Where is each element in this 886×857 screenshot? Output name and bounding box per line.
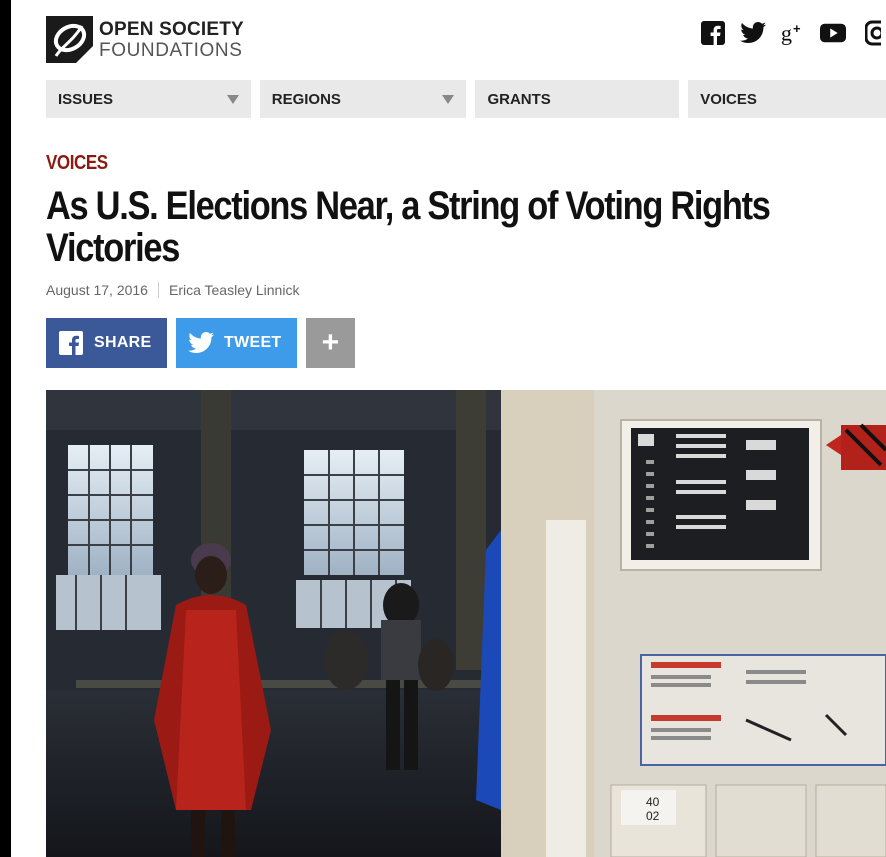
logo-line-1: OPEN SOCIETY [99, 18, 244, 40]
nav-item-issues[interactable]: ISSUES [46, 80, 251, 118]
nav-item-regions[interactable]: REGIONS [259, 80, 467, 118]
facebook-icon[interactable] [700, 20, 726, 46]
nav-item-label: ISSUES [58, 90, 114, 108]
facebook-share-button[interactable]: SHARE [46, 318, 167, 368]
logo-wordmark: OPEN SOCIETY FOUNDATIONS [99, 20, 244, 60]
nav-item-grants[interactable]: GRANTS [475, 80, 680, 118]
instruction-label [640, 654, 886, 766]
machine-label-1: 40 [646, 795, 660, 809]
tweet-label: TWEET [224, 334, 282, 351]
caret-down-icon [442, 94, 455, 104]
nav-item-label: VOICES [700, 90, 757, 108]
share-label: SHARE [94, 334, 152, 351]
polling-station-photo: 40 02 [46, 390, 886, 857]
machine-label-2: 02 [646, 809, 660, 823]
social-links: g + [700, 20, 886, 46]
nav-item-label: REGIONS [271, 90, 341, 108]
twitter-share-button[interactable]: TWEET [176, 318, 297, 368]
svg-text:+: + [793, 21, 801, 36]
window-left [56, 445, 161, 630]
facebook-icon [58, 330, 84, 356]
article-author[interactable]: Erica Teasley Linnick [169, 282, 299, 298]
nav-item-label: GRANTS [487, 90, 551, 108]
article-meta: August 17, 2016 Erica Teasley Linnick [46, 282, 299, 298]
caret-down-icon [226, 94, 239, 104]
article-hero-image: 40 02 [46, 390, 886, 857]
meta-divider [157, 282, 159, 298]
site-logo[interactable]: OPEN SOCIETY FOUNDATIONS [46, 16, 244, 63]
twitter-icon [188, 330, 214, 356]
logo-line-2: FOUNDATIONS [99, 39, 243, 61]
article-date: August 17, 2016 [46, 282, 148, 298]
left-edge-bar [0, 0, 11, 857]
article-title: As U.S. Elections Near, a String of Voti… [46, 184, 771, 270]
plus-icon: + [321, 326, 340, 359]
more-share-button[interactable]: + [306, 318, 355, 368]
nav-item-voices[interactable]: VOICES [688, 80, 886, 118]
youtube-icon[interactable] [820, 20, 846, 46]
article-category[interactable]: VOICES [46, 152, 108, 175]
instagram-icon[interactable] [860, 20, 886, 46]
main-nav: ISSUES REGIONS GRANTS VOICES [46, 80, 886, 118]
google-plus-icon[interactable]: g + [780, 20, 806, 46]
open-society-logo-icon [46, 16, 93, 63]
share-buttons: SHARE TWEET + [46, 318, 355, 368]
svg-text:g: g [781, 20, 792, 45]
twitter-icon[interactable] [740, 20, 766, 46]
